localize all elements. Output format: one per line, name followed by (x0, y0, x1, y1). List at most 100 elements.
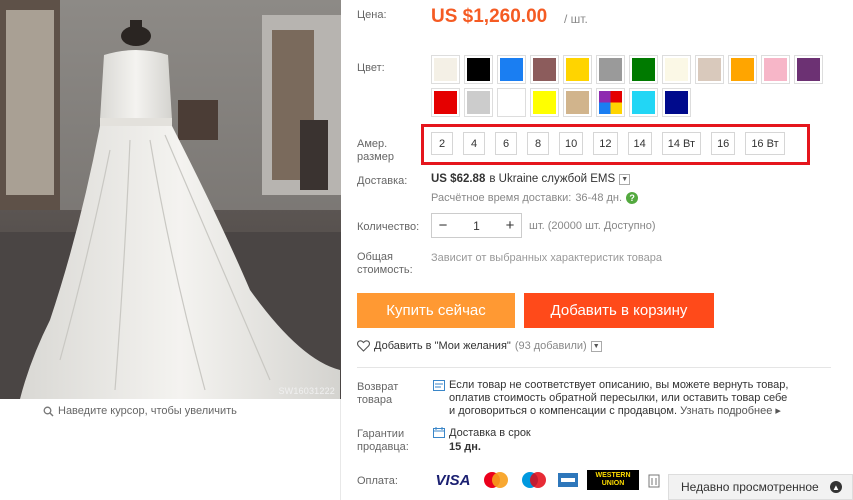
color-swatch-fill (566, 58, 589, 81)
product-gallery: SW16031222 Наведите курсор, чтобы увелич… (0, 0, 341, 500)
color-swatch-fill (434, 91, 457, 114)
delivery-time: Расчётное время доставки: 36-48 дн. ? (431, 192, 639, 204)
shipping-label: Доставка: (357, 175, 408, 187)
quantity-available: шт. (20000 шт. Доступно) (529, 220, 656, 232)
size-option[interactable]: 8 (527, 132, 549, 155)
color-swatch[interactable] (464, 55, 493, 84)
size-option[interactable]: 4 (463, 132, 485, 155)
price-value: US $1,260.00 (431, 6, 548, 27)
quantity-stepper: − + (431, 213, 522, 238)
total-label: Общая стоимость: (357, 251, 413, 276)
returns-text: Если товар не соответствует описанию, вы… (449, 379, 789, 417)
color-swatch-fill (467, 91, 490, 114)
color-swatch-fill (434, 58, 457, 81)
chevron-down-icon[interactable]: ▼ (590, 340, 602, 352)
delivery-time-value: 36-48 дн. (575, 192, 623, 204)
size-options: 2 4 6 8 10 12 14 14 Вт 16 16 Вт (431, 132, 785, 155)
color-swatch-fill (599, 58, 622, 81)
color-swatch-fill (533, 58, 556, 81)
recently-viewed-label: Недавно просмотренное (681, 480, 819, 494)
quantity-label: Количество: (357, 221, 420, 233)
size-option[interactable]: 2 (431, 132, 453, 155)
color-swatch[interactable] (530, 88, 559, 117)
color-swatch-fill (467, 58, 490, 81)
maestro-icon (522, 472, 546, 488)
product-image[interactable]: SW16031222 (0, 0, 341, 399)
color-swatch-fill (566, 91, 589, 114)
color-label: Цвет: (357, 62, 385, 74)
color-swatch[interactable] (563, 88, 592, 117)
total-value: Зависит от выбранных характеристик товар… (431, 252, 662, 264)
payment-methods: VISA WESTERN UNION (433, 470, 661, 490)
color-swatch[interactable] (662, 55, 691, 84)
chevron-up-icon: ▲ (830, 481, 842, 493)
shipping-destination: в Ukraine службой EMS (489, 173, 616, 185)
returns-label: Возврат товара (357, 381, 399, 406)
mastercard-icon (484, 472, 508, 488)
wishlist-count: (93 добавили) (514, 340, 587, 352)
buy-now-button[interactable]: Купить сейчас (357, 293, 515, 328)
color-swatch-fill (731, 58, 754, 81)
quantity-increase-button[interactable]: + (499, 214, 521, 237)
wedding-dress-photo (0, 0, 341, 399)
color-swatch[interactable] (794, 55, 823, 84)
size-option[interactable]: 10 (559, 132, 584, 155)
color-swatch[interactable] (629, 88, 658, 117)
color-swatch-fill (500, 58, 523, 81)
color-swatch[interactable] (497, 55, 526, 84)
size-option[interactable]: 6 (495, 132, 517, 155)
returns-icon (433, 380, 445, 391)
color-swatch[interactable] (662, 88, 691, 117)
color-swatch[interactable] (761, 55, 790, 84)
color-swatch-fill (500, 91, 523, 114)
shipping-value[interactable]: US $62.88 в Ukraine службой EMS ▼ (431, 173, 631, 185)
size-option[interactable]: 16 (711, 132, 736, 155)
size-option[interactable]: 14 (627, 132, 652, 155)
zoom-hint: Наведите курсор, чтобы увеличить (43, 405, 237, 417)
quantity-decrease-button[interactable]: − (432, 214, 454, 237)
divider (357, 367, 831, 368)
add-to-cart-button[interactable]: Добавить в корзину (524, 293, 714, 328)
size-label: Амер. размер (357, 138, 394, 163)
color-swatch[interactable] (563, 55, 592, 84)
payment-label: Оплата: (357, 475, 398, 487)
guarantee-days: 15 дн. (449, 441, 481, 453)
guarantee-label: Гарантии продавца: (357, 428, 409, 453)
color-swatch[interactable] (728, 55, 757, 84)
help-icon[interactable]: ? (626, 192, 639, 204)
color-swatch[interactable] (431, 88, 460, 117)
color-swatch[interactable] (464, 88, 493, 117)
color-swatch-fill (599, 91, 622, 114)
delivery-time-label: Расчётное время доставки: (431, 192, 572, 204)
product-details: Цена: US $1,260.00 / шт. Цвет: Амер. разм… (341, 0, 853, 500)
color-swatch[interactable] (629, 55, 658, 84)
color-swatch[interactable] (596, 88, 625, 117)
color-swatch[interactable] (431, 55, 460, 84)
color-swatch[interactable] (497, 88, 526, 117)
color-swatch[interactable] (596, 55, 625, 84)
size-option[interactable]: 12 (593, 132, 618, 155)
western-union-icon: WESTERN UNION (587, 470, 639, 490)
wishlist-link[interactable]: Добавить в "Мои желания" (93 добавили) ▼ (357, 340, 602, 352)
calendar-icon (433, 427, 445, 438)
recently-viewed-bar[interactable]: Недавно просмотренное ▲ (668, 474, 853, 500)
chevron-down-icon[interactable]: ▼ (619, 173, 631, 185)
amex-icon (558, 473, 578, 487)
size-option[interactable]: 14 Вт (661, 132, 702, 155)
color-swatches (431, 55, 831, 117)
color-swatch[interactable] (695, 55, 724, 84)
size-option[interactable]: 16 Вт (745, 132, 785, 155)
color-swatch-fill (698, 58, 721, 81)
color-swatch-fill (665, 91, 688, 114)
learn-more-link[interactable]: Узнать подробнее ▸ (680, 405, 781, 417)
color-swatch-fill (632, 58, 655, 81)
color-swatch[interactable] (530, 55, 559, 84)
price-label: Цена: (357, 9, 387, 21)
wishlist-label: Добавить в "Мои желания" (374, 340, 511, 352)
image-watermark: SW16031222 (278, 386, 335, 396)
quantity-input[interactable] (454, 214, 499, 237)
color-swatch-fill (632, 91, 655, 114)
zoom-hint-text: Наведите курсор, чтобы увеличить (58, 405, 237, 417)
bank-transfer-icon (648, 474, 660, 488)
price-per-unit: / шт. (564, 12, 588, 26)
